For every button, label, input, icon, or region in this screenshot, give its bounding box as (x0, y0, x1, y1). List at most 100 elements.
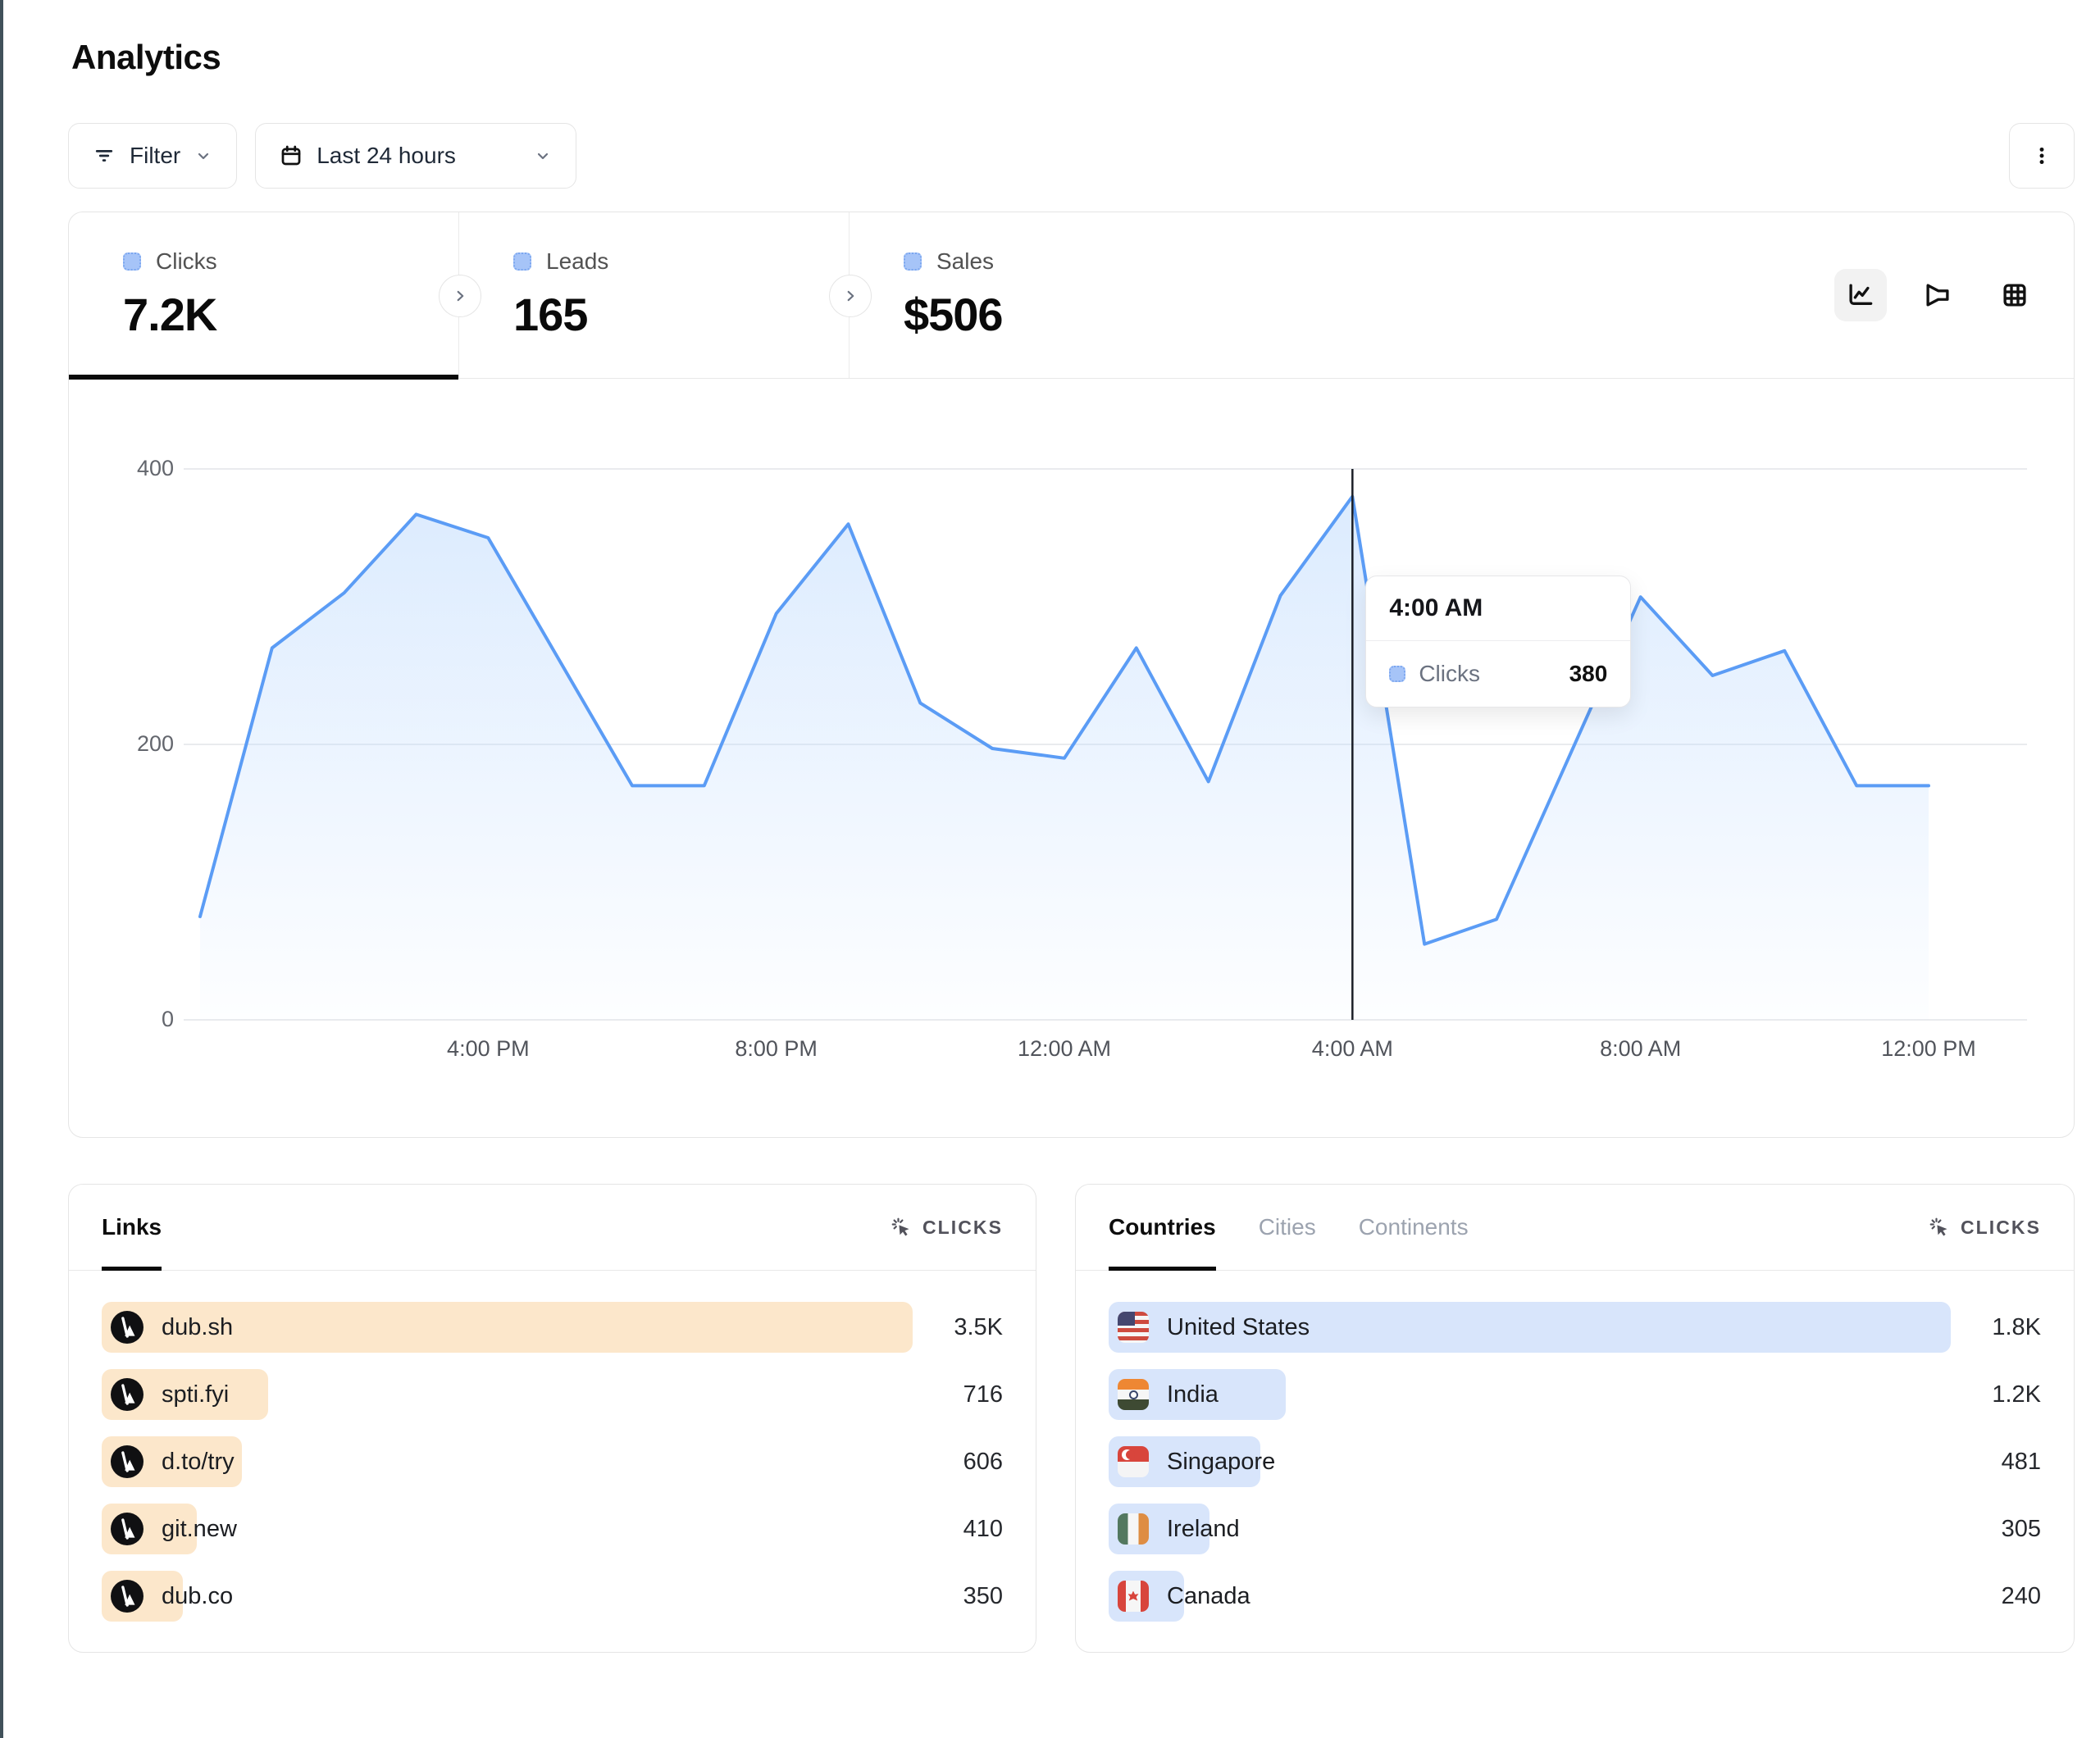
y-axis-tick: 400 (85, 456, 174, 481)
tooltip-series-label: Clicks (1419, 661, 1480, 687)
table-grid-button[interactable] (1988, 269, 2041, 321)
stat-value: 7.2K (123, 288, 458, 341)
tooltip-time: 4:00 AM (1366, 576, 1630, 641)
links-list: dub.sh 3.5K spti.fyi 716 (69, 1271, 1036, 1654)
stat-label: Sales (936, 248, 994, 275)
country-clicks: 240 (1951, 1583, 2041, 1610)
link-label: dub.sh (162, 1314, 233, 1341)
country-clicks: 305 (1951, 1516, 2041, 1543)
clicks-area-chart[interactable]: 400 200 0 4:00 PM 8:00 PM 12:00 AM 4:00 … (69, 379, 2074, 1137)
line-chart-icon (1845, 280, 1876, 311)
dub-logo-icon (111, 1580, 143, 1613)
cursor-click-icon (1928, 1216, 1951, 1239)
link-label: dub.co (162, 1583, 233, 1610)
funnel-chart-button[interactable] (1911, 269, 1964, 321)
y-axis-tick: 200 (85, 731, 174, 757)
chart-canvas (69, 379, 2074, 1137)
expand-leads-button[interactable] (829, 275, 872, 317)
funnel-chart-icon (1922, 280, 1953, 311)
link-row[interactable]: dub.co 350 (102, 1571, 1003, 1622)
country-row[interactable]: India 1.2K (1109, 1369, 2041, 1420)
country-row[interactable]: United States 1.8K (1109, 1302, 2041, 1353)
stat-value: $506 (904, 288, 1253, 341)
country-row[interactable]: Canada 240 (1109, 1571, 2041, 1622)
clicks-legend-icon (123, 253, 141, 271)
tab-leads[interactable]: Leads 165 (459, 212, 850, 378)
chevron-right-icon (841, 287, 859, 305)
links-panel-header: Links CLICKS (69, 1185, 1036, 1271)
chevron-right-icon (451, 287, 469, 305)
leads-legend-icon (513, 253, 531, 271)
analytics-page: Analytics Filter Last 24 hours (0, 0, 2100, 1738)
us-flag-icon (1118, 1312, 1149, 1343)
country-label: Singapore (1167, 1449, 1275, 1476)
y-axis-tick: 0 (85, 1007, 174, 1032)
tab-cities[interactable]: Cities (1259, 1185, 1316, 1270)
chart-tooltip: 4:00 AM Clicks 380 (1365, 576, 1631, 707)
chevron-down-icon (194, 146, 213, 166)
country-label: India (1167, 1381, 1219, 1408)
expand-clicks-button[interactable] (439, 275, 481, 317)
link-clicks: 350 (913, 1583, 1003, 1610)
tab-label: Countries (1109, 1214, 1216, 1240)
breakdown-panels: Links CLICKS (68, 1184, 2075, 1653)
chevron-down-icon (533, 146, 553, 166)
x-axis-tick: 12:00 AM (1018, 1036, 1111, 1062)
dub-logo-icon (111, 1445, 143, 1478)
country-clicks: 481 (1951, 1449, 2041, 1476)
link-label: spti.fyi (162, 1381, 229, 1408)
metric-label: CLICKS (1961, 1217, 2041, 1239)
geo-metric[interactable]: CLICKS (1928, 1185, 2041, 1270)
link-clicks: 410 (913, 1516, 1003, 1543)
tab-links[interactable]: Links (102, 1185, 162, 1270)
tab-countries[interactable]: Countries (1109, 1185, 1216, 1270)
toolbar: Filter Last 24 hours (68, 123, 2075, 189)
tab-sales[interactable]: Sales $506 (850, 212, 1253, 378)
links-metric[interactable]: CLICKS (890, 1185, 1003, 1270)
x-axis-tick: 8:00 PM (735, 1036, 818, 1062)
x-axis-tick: 4:00 AM (1312, 1036, 1393, 1062)
dub-logo-icon (111, 1378, 143, 1411)
date-range-button[interactable]: Last 24 hours (255, 123, 576, 189)
metric-label: CLICKS (922, 1217, 1003, 1239)
link-row[interactable]: d.to/try 606 (102, 1436, 1003, 1487)
tab-clicks[interactable]: Clicks 7.2K (69, 212, 459, 378)
page-title: Analytics (71, 38, 2075, 77)
analytics-chart-card: Clicks 7.2K Leads 165 Sales $506 (68, 212, 2075, 1138)
country-row[interactable]: Singapore 481 (1109, 1436, 2041, 1487)
more-options-button[interactable] (2009, 123, 2075, 189)
x-axis-tick: 8:00 AM (1600, 1036, 1681, 1062)
country-row[interactable]: Ireland 305 (1109, 1504, 2041, 1554)
countries-list: United States 1.8K India 1.2K (1076, 1271, 2074, 1654)
dub-logo-icon (111, 1311, 143, 1344)
link-row[interactable]: spti.fyi 716 (102, 1369, 1003, 1420)
link-clicks: 606 (913, 1449, 1003, 1476)
link-row[interactable]: dub.sh 3.5K (102, 1302, 1003, 1353)
funnel-lines-icon (92, 143, 116, 168)
filter-button-label: Filter (130, 143, 180, 169)
line-chart-button[interactable] (1834, 269, 1887, 321)
tab-continents[interactable]: Continents (1359, 1185, 1469, 1270)
country-label: Canada (1167, 1583, 1250, 1610)
country-clicks: 1.8K (1951, 1314, 2041, 1341)
filter-button[interactable]: Filter (68, 123, 237, 189)
geo-panel-header: Countries Cities Continents (1076, 1185, 2074, 1271)
ireland-flag-icon (1118, 1513, 1149, 1545)
table-grid-icon (1999, 280, 2030, 311)
date-range-label: Last 24 hours (317, 143, 456, 169)
chart-type-switcher (1834, 212, 2074, 378)
tooltip-value: 380 (1569, 661, 1608, 687)
india-flag-icon (1118, 1379, 1149, 1410)
cursor-click-icon (890, 1216, 913, 1239)
country-clicks: 1.2K (1951, 1381, 2041, 1408)
sales-legend-icon (904, 253, 922, 271)
x-axis-tick: 4:00 PM (447, 1036, 530, 1062)
stat-value: 165 (513, 288, 849, 341)
country-label: Ireland (1167, 1516, 1240, 1543)
canada-flag-icon (1118, 1581, 1149, 1612)
tab-label: Links (102, 1214, 162, 1240)
kebab-menu-icon (2030, 144, 2053, 167)
link-label: d.to/try (162, 1449, 235, 1476)
link-row[interactable]: git.new 410 (102, 1504, 1003, 1554)
stat-label: Clicks (156, 248, 217, 275)
